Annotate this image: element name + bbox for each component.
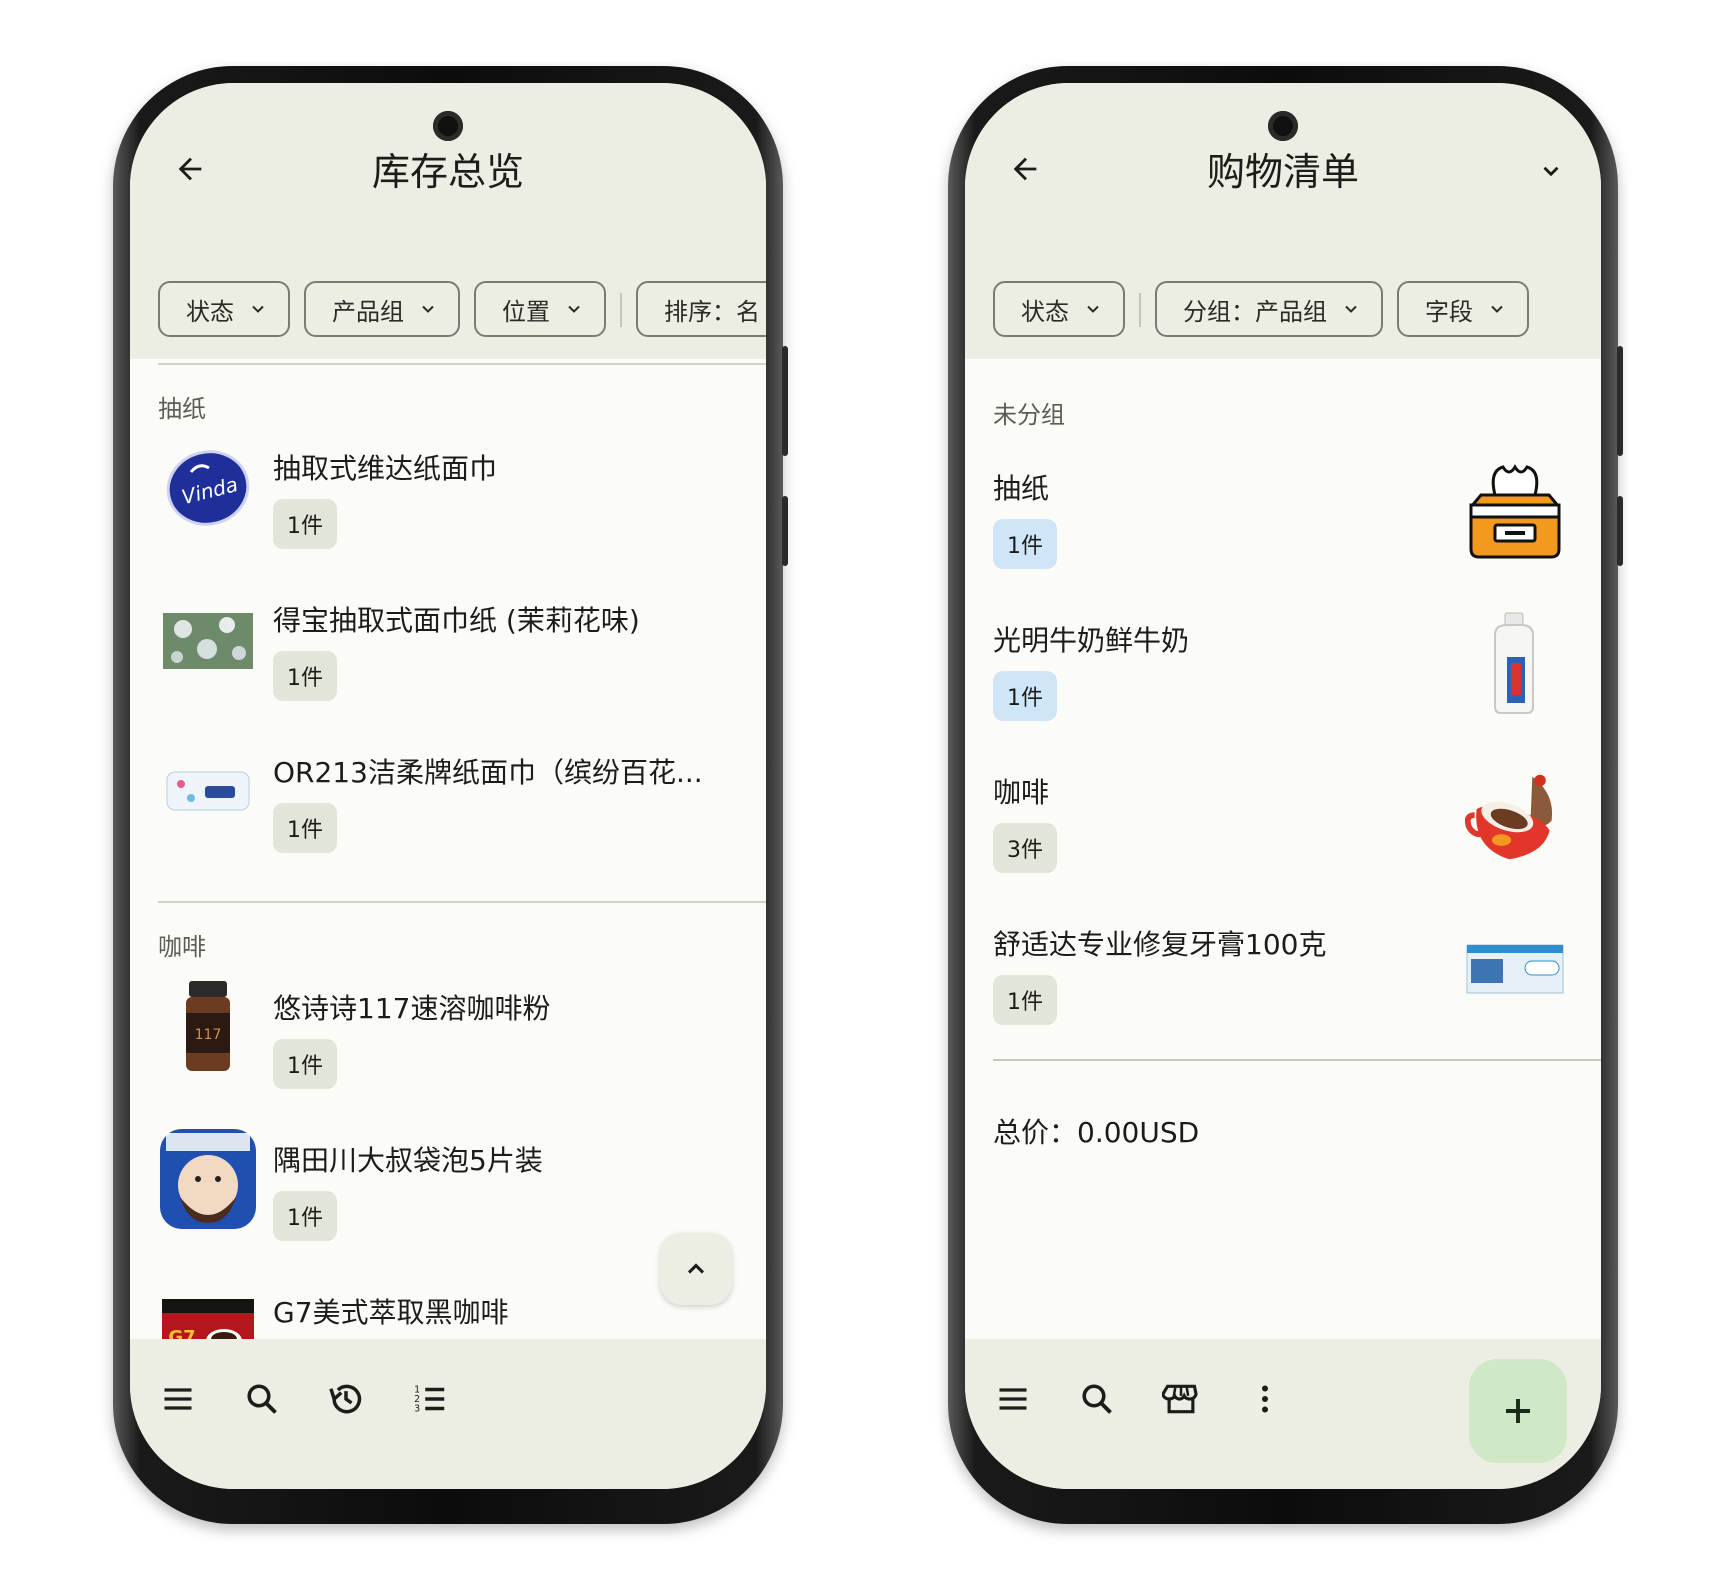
coffee-cup-icon bbox=[1465, 767, 1565, 867]
item-name: 舒适达专业修复牙膏100克 bbox=[993, 928, 1327, 961]
filter-chip-sort[interactable]: 排序：名 bbox=[636, 281, 766, 337]
chevron-down-icon bbox=[418, 299, 438, 319]
inventory-overview-screen: 库存总览 状态 产品组 位置 排序：名 抽纸 Vinda 抽取式维达纸面巾 1件… bbox=[130, 83, 766, 1489]
store-icon bbox=[1162, 1384, 1198, 1414]
filter-chip-product-group[interactable]: 产品组 bbox=[304, 281, 460, 337]
milk-bottle-image bbox=[1465, 612, 1565, 714]
menu-button[interactable] bbox=[152, 1373, 204, 1425]
quantity-badge: 1件 bbox=[993, 519, 1057, 569]
chip-label: 产品组 bbox=[332, 297, 404, 326]
quantity-badge: 1件 bbox=[273, 1191, 337, 1241]
numbered-list-button[interactable]: 123 bbox=[404, 1373, 456, 1425]
page-title: 库存总览 bbox=[371, 150, 524, 194]
shopping-list-screen: 购物清单 状态 分组：产品组 字段 未分组 抽纸 1件 光明牛奶鲜牛奶 1件 咖… bbox=[965, 83, 1601, 1489]
chip-divider bbox=[1139, 293, 1141, 327]
bottom-app-bar bbox=[965, 1339, 1601, 1489]
add-item-fab[interactable] bbox=[1469, 1359, 1567, 1463]
scroll-to-top-button[interactable] bbox=[660, 1233, 732, 1305]
product-image-tissue-pack bbox=[158, 741, 258, 841]
chevron-down-icon bbox=[1543, 166, 1559, 177]
chevron-down-icon bbox=[1341, 299, 1361, 319]
item-name: 抽纸 bbox=[993, 472, 1050, 505]
filter-chip-row[interactable]: 状态 分组：产品组 字段 bbox=[993, 281, 1529, 339]
filter-chip-location[interactable]: 位置 bbox=[474, 281, 606, 337]
filter-chip-status[interactable]: 状态 bbox=[993, 281, 1125, 337]
item-name: 光明牛奶鲜牛奶 bbox=[993, 624, 1190, 657]
toothpaste-box-image bbox=[1465, 919, 1565, 1019]
item-name: 抽取式维达纸面巾 bbox=[273, 452, 498, 485]
svg-text:117: 117 bbox=[195, 1027, 222, 1043]
divider bbox=[993, 1059, 1601, 1061]
chip-label: 状态 bbox=[1021, 297, 1069, 326]
chip-label: 位置 bbox=[502, 297, 550, 326]
quantity-badge: 3件 bbox=[993, 823, 1057, 873]
front-camera bbox=[433, 111, 463, 141]
volume-button bbox=[1617, 346, 1623, 456]
bottom-app-bar: 123 bbox=[130, 1339, 766, 1489]
more-vert-icon bbox=[1262, 1385, 1268, 1413]
chip-label: 分组：产品组 bbox=[1183, 297, 1327, 326]
page-title: 购物清单 bbox=[1206, 150, 1359, 194]
filter-chip-row[interactable]: 状态 产品组 位置 排序：名 bbox=[158, 281, 766, 339]
product-image-coffee-bag-box bbox=[158, 1129, 258, 1229]
product-image-coffee-jar: 117 bbox=[158, 977, 258, 1077]
item-name: OR213洁柔牌纸面巾（缤纷百花... bbox=[273, 756, 703, 789]
quantity-badge: 1件 bbox=[993, 975, 1057, 1025]
total-price: 总价：0.00USD bbox=[993, 1116, 1200, 1149]
menu-icon bbox=[999, 1388, 1027, 1410]
filter-chip-fields[interactable]: 字段 bbox=[1397, 281, 1529, 337]
chip-divider bbox=[620, 293, 622, 327]
phone-frame-left: 库存总览 状态 产品组 位置 排序：名 抽纸 Vinda 抽取式维达纸面巾 1件… bbox=[113, 66, 788, 1524]
search-icon bbox=[1082, 1384, 1112, 1414]
chevron-down-icon bbox=[248, 299, 268, 319]
menu-icon bbox=[164, 1388, 192, 1410]
quantity-badge: 1件 bbox=[273, 651, 337, 701]
search-button[interactable] bbox=[1071, 1373, 1123, 1425]
quantity-badge: 1件 bbox=[273, 1039, 337, 1089]
item-name: 咖啡 bbox=[993, 776, 1050, 809]
volume-button bbox=[782, 346, 788, 456]
search-icon bbox=[247, 1384, 277, 1414]
power-button bbox=[782, 496, 788, 566]
filter-chip-group-by[interactable]: 分组：产品组 bbox=[1155, 281, 1383, 337]
quantity-badge: 1件 bbox=[273, 499, 337, 549]
quantity-badge: 1件 bbox=[993, 671, 1057, 721]
item-name: 悠诗诗117速溶咖啡粉 bbox=[273, 992, 551, 1025]
chip-label: 字段 bbox=[1425, 297, 1473, 326]
menu-button[interactable] bbox=[987, 1373, 1039, 1425]
product-image-vinda: Vinda bbox=[158, 437, 258, 537]
phone-frame-right: 购物清单 状态 分组：产品组 字段 未分组 抽纸 1件 光明牛奶鲜牛奶 1件 咖… bbox=[948, 66, 1623, 1524]
section-header-coffee: 咖啡 bbox=[158, 933, 206, 961]
add-icon bbox=[1506, 1399, 1530, 1423]
chevron-up-icon bbox=[687, 1263, 705, 1274]
chevron-down-icon bbox=[1487, 299, 1507, 319]
item-name: 得宝抽取式面巾纸 (茉莉花味) bbox=[273, 604, 640, 637]
chip-label: 状态 bbox=[186, 297, 234, 326]
section-header-tissue: 抽纸 bbox=[158, 395, 206, 423]
chevron-down-icon bbox=[564, 299, 584, 319]
svg-text:3: 3 bbox=[414, 1404, 420, 1415]
history-icon bbox=[329, 1384, 362, 1414]
section-header-ungrouped: 未分组 bbox=[993, 401, 1065, 429]
quantity-badge: 1件 bbox=[273, 803, 337, 853]
divider bbox=[158, 363, 766, 365]
filter-chip-status[interactable]: 状态 bbox=[158, 281, 290, 337]
store-button[interactable] bbox=[1155, 1373, 1207, 1425]
item-name: G7美式萃取黑咖啡 bbox=[273, 1296, 509, 1329]
numbered-list-icon: 123 bbox=[414, 1385, 445, 1415]
history-button[interactable] bbox=[320, 1373, 372, 1425]
chip-label: 排序：名 bbox=[664, 297, 760, 326]
search-button[interactable] bbox=[236, 1373, 288, 1425]
front-camera bbox=[1268, 111, 1298, 141]
list-selector-button[interactable] bbox=[1529, 149, 1573, 193]
power-button bbox=[1617, 496, 1623, 566]
chevron-down-icon bbox=[1083, 299, 1103, 319]
divider bbox=[158, 901, 766, 903]
item-name: 隅田川大叔袋泡5片装 bbox=[273, 1144, 543, 1177]
product-image-tempo bbox=[158, 589, 258, 689]
tissue-box-icon bbox=[1465, 461, 1565, 561]
more-options-button[interactable] bbox=[1239, 1373, 1291, 1425]
